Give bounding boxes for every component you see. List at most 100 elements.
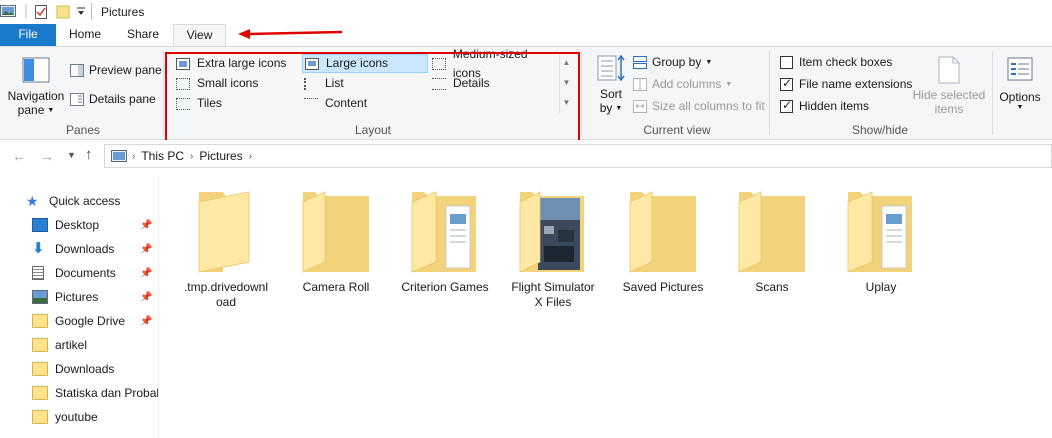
- details-pane-icon: [70, 92, 84, 106]
- options-button[interactable]: Options ▼: [997, 55, 1043, 111]
- nav-item-artikel[interactable]: artikel: [32, 334, 164, 356]
- file-name-extensions-checkbox[interactable]: [780, 76, 793, 91]
- current-view-group-label: Current view: [643, 123, 711, 137]
- folder-name-line-1: Flight Simulator: [511, 280, 595, 294]
- group-by-label: Group by: [652, 55, 702, 69]
- hidden-items-checkbox[interactable]: [780, 98, 793, 113]
- folder-name-line-1: .tmp.drivedownl: [183, 280, 269, 294]
- size-all-columns-label: Size all columns to fit: [652, 99, 765, 113]
- navigation-pane-button[interactable]: Navigation pane ▼: [6, 55, 66, 117]
- preview-pane-label: Preview pane: [89, 63, 162, 77]
- chevron-down-icon: ▼: [705, 58, 713, 66]
- item-check-boxes-toggle[interactable]: Item check boxes: [780, 55, 892, 69]
- hide-selected-items-button[interactable]: Hide selected items: [912, 55, 986, 116]
- forward-arrow-icon[interactable]: →: [40, 148, 54, 164]
- nav-item-statiska[interactable]: Statiska dan Probab: [32, 382, 158, 404]
- tab-file[interactable]: File: [0, 24, 56, 46]
- chevron-right-icon[interactable]: ›: [132, 151, 135, 162]
- up-arrow-icon[interactable]: ↑: [85, 146, 93, 163]
- folder-item[interactable]: Flight Simulator X Files: [498, 186, 608, 310]
- hide-selected-items-icon: [938, 56, 960, 84]
- pictures-window-icon: [0, 5, 16, 17]
- tab-share[interactable]: Share: [114, 24, 172, 46]
- folder-item[interactable]: Camera Roll: [281, 186, 391, 295]
- pin-icon[interactable]: 📌: [140, 244, 152, 255]
- tab-home[interactable]: Home: [56, 24, 114, 46]
- folder-name: Flight Simulator X Files: [498, 280, 608, 310]
- back-arrow-icon[interactable]: ←: [12, 148, 26, 164]
- pin-icon[interactable]: 📌: [140, 268, 152, 279]
- pictures-location-icon: [111, 150, 127, 162]
- hide-selected-label-2: items: [934, 102, 964, 116]
- breadcrumb-this-pc[interactable]: This PC: [141, 149, 184, 163]
- pictures-icon: [32, 290, 48, 304]
- preview-pane-button[interactable]: Preview pane: [70, 63, 162, 77]
- chevron-down-icon: ▼: [725, 80, 733, 88]
- folder-with-image-icon: [498, 186, 608, 278]
- chevron-right-icon[interactable]: ›: [190, 151, 193, 162]
- quick-access-toolbar-separator-icon: [25, 4, 27, 18]
- folder-item[interactable]: Uplay: [826, 186, 936, 295]
- folder-name: Criterion Games: [390, 280, 500, 295]
- details-pane-label: Details pane: [89, 92, 156, 106]
- details-pane-button[interactable]: Details pane: [70, 92, 156, 106]
- nav-item-label: artikel: [55, 338, 88, 352]
- add-columns-icon: [633, 77, 647, 91]
- nav-item-label: Documents: [55, 266, 116, 280]
- address-bar[interactable]: › This PC › Pictures ›: [104, 144, 1052, 168]
- ribbon-separator: [992, 51, 993, 135]
- download-arrow-icon: ⬇: [32, 240, 45, 257]
- file-name-extensions-toggle[interactable]: File name extensions: [780, 76, 912, 91]
- pin-icon[interactable]: 📌: [140, 316, 152, 327]
- folder-icon: [171, 186, 281, 278]
- folder-name-line-1: Uplay: [865, 280, 897, 294]
- navigation-pane-divider[interactable]: [158, 176, 159, 438]
- new-folder-icon[interactable]: [56, 4, 70, 19]
- panes-group-label: Panes: [65, 123, 101, 137]
- chevron-down-icon: ▼: [615, 104, 623, 112]
- ribbon-tabs: File Home Share View: [0, 24, 1052, 47]
- navigation-pane-icon: [22, 57, 50, 83]
- item-check-boxes-label: Item check boxes: [799, 55, 893, 69]
- sort-by-button[interactable]: Sort by ▼: [593, 53, 629, 115]
- customize-toolbar-chevron-icon[interactable]: [76, 7, 86, 17]
- nav-item-label: Pictures: [55, 290, 99, 304]
- ribbon-separator: [163, 51, 164, 135]
- breadcrumb-pictures[interactable]: Pictures: [199, 149, 242, 163]
- folder-icon: [281, 186, 391, 278]
- folder-item[interactable]: .tmp.drivedownl oad: [171, 186, 281, 310]
- nav-item-label: Downloads: [55, 362, 115, 376]
- navigation-pane-label-2-text: pane: [17, 103, 45, 117]
- group-by-icon: [633, 55, 647, 69]
- folder-name: Scans: [717, 280, 827, 295]
- add-columns-button[interactable]: Add columns ▼: [633, 77, 732, 91]
- nav-item-label: Statiska dan Probab: [55, 386, 158, 400]
- pin-icon[interactable]: 📌: [140, 292, 152, 303]
- group-by-button[interactable]: Group by ▼: [633, 55, 712, 69]
- nav-item-downloads-folder[interactable]: Downloads: [32, 358, 164, 380]
- recent-locations-chevron-icon[interactable]: ▼: [67, 150, 76, 160]
- chevron-right-icon[interactable]: ›: [249, 151, 252, 162]
- add-columns-label: Add columns: [652, 77, 722, 91]
- title-bar: Pictures: [0, 0, 1052, 24]
- item-check-boxes-checkbox[interactable]: [780, 55, 793, 69]
- nav-quick-access[interactable]: ★ Quick access: [26, 190, 158, 212]
- tab-view[interactable]: View: [173, 24, 226, 47]
- folder-item[interactable]: Saved Pictures: [608, 186, 718, 295]
- folder-item[interactable]: Criterion Games: [390, 186, 500, 295]
- folder-name-line-2: X Files: [534, 295, 572, 309]
- hidden-items-toggle[interactable]: Hidden items: [780, 98, 869, 113]
- nav-item-label: youtube: [55, 410, 98, 424]
- nav-item-youtube[interactable]: youtube: [32, 406, 164, 428]
- folder-icon: [32, 362, 48, 376]
- size-all-columns-button[interactable]: Size all columns to fit: [633, 99, 765, 113]
- folder-name-line-1: Camera Roll: [302, 280, 370, 294]
- folder-item[interactable]: Scans: [717, 186, 827, 295]
- sort-by-label-2: by ▼: [600, 101, 623, 115]
- chevron-down-icon: ▼: [47, 106, 55, 114]
- window-title: Pictures: [101, 5, 145, 19]
- navigation-pane: ★ Quick access Desktop 📌 ⬇ Downloads 📌 D…: [0, 180, 158, 438]
- properties-icon[interactable]: [34, 4, 48, 20]
- pin-icon[interactable]: 📌: [140, 220, 152, 231]
- nav-quick-access-label: Quick access: [49, 194, 121, 208]
